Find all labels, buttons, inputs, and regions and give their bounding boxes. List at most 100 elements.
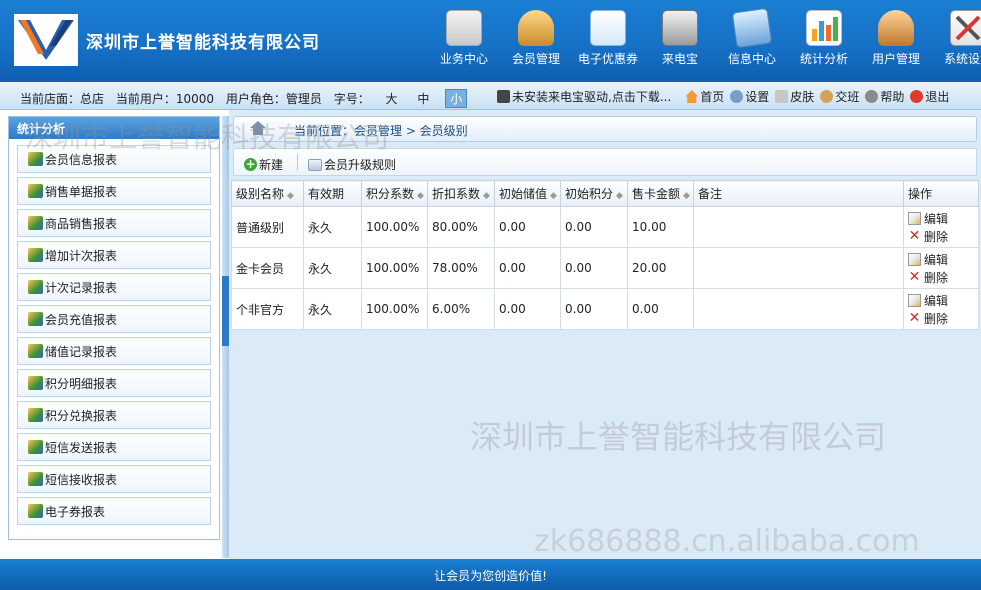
upgrade-rules-button[interactable]: 会员升级规则 bbox=[308, 154, 396, 175]
footer-slogan: 让会员为您创造价值! bbox=[434, 569, 547, 583]
edit-icon bbox=[908, 211, 921, 225]
home-link[interactable]: 首页 bbox=[685, 88, 724, 105]
sidebar-item-label: 销售单据报表 bbox=[45, 184, 118, 199]
company-logo bbox=[14, 14, 78, 66]
collapse-handle[interactable] bbox=[222, 276, 229, 346]
edit-button[interactable]: 编辑 bbox=[908, 291, 978, 309]
nav-info-center[interactable]: 信息中心 bbox=[716, 7, 788, 67]
new-level-button[interactable]: + 新建 bbox=[244, 154, 283, 175]
col-level-name[interactable]: 级别名称 ◆ bbox=[231, 180, 304, 207]
report-icon bbox=[28, 440, 43, 454]
phone-driver-download-link[interactable]: 未安装来电宝驱动,点击下载... bbox=[497, 88, 671, 105]
col-remarks[interactable]: 备注 bbox=[693, 180, 904, 207]
sidebar-item-sms-sent-report[interactable]: 短信发送报表 bbox=[17, 433, 211, 461]
delete-button[interactable]: ✕ 删除 bbox=[908, 268, 978, 286]
phone-icon bbox=[497, 90, 510, 103]
cell-level-name: 个非官方 bbox=[231, 288, 304, 330]
column-label: 初始积分 bbox=[565, 187, 614, 201]
col-discount-ratio[interactable]: 折扣系数 ◆ bbox=[427, 180, 495, 207]
new-label: 新建 bbox=[259, 158, 284, 172]
breadcrumb-text: 当前位置：会员管理 > 会员级别 bbox=[294, 124, 468, 138]
cell-points-ratio: 100.00% bbox=[361, 288, 428, 330]
home-icon bbox=[250, 121, 266, 135]
logout-link[interactable]: 退出 bbox=[910, 88, 949, 105]
help-link[interactable]: 帮助 bbox=[865, 88, 904, 105]
sidebar-item-member-recharge-report[interactable]: 会员充值报表 bbox=[17, 305, 211, 333]
shift-link[interactable]: 交班 bbox=[820, 88, 859, 105]
sidebar-splitter[interactable] bbox=[222, 116, 229, 558]
sidebar-item-sms-received-report[interactable]: 短信接收报表 bbox=[17, 465, 211, 493]
col-validity[interactable]: 有效期 bbox=[303, 180, 362, 207]
nav-label: 信息中心 bbox=[727, 52, 776, 66]
cell-actions: 编辑 ✕ 删除 bbox=[903, 206, 979, 248]
cell-discount-ratio: 80.00% bbox=[427, 206, 495, 248]
cell-actions: 编辑 ✕ 删除 bbox=[903, 247, 979, 289]
sidebar-item-points-detail-report[interactable]: 积分明细报表 bbox=[17, 369, 211, 397]
font-size-medium[interactable]: 中 bbox=[413, 90, 433, 107]
sidebar-item-product-sales-report[interactable]: 商品销售报表 bbox=[17, 209, 211, 237]
cell-validity: 永久 bbox=[303, 288, 362, 330]
edit-label: 编辑 bbox=[924, 293, 949, 308]
column-label: 备注 bbox=[698, 187, 723, 201]
nav-coupon[interactable]: 电子优惠券 bbox=[572, 10, 644, 67]
help-label: 帮助 bbox=[880, 90, 905, 104]
skin-link[interactable]: 皮肤 bbox=[775, 88, 814, 105]
sidebar-item-member-info-report[interactable]: 会员信息报表 bbox=[17, 145, 211, 173]
sidebar: 统计分析 会员信息报表 销售单据报表 商品销售报表 增加计次报表 计次记录报表 … bbox=[8, 116, 220, 540]
sidebar-item-label: 会员信息报表 bbox=[45, 152, 118, 167]
cell-actions: 编辑 ✕ 删除 bbox=[903, 288, 979, 330]
sidebar-item-add-count-report[interactable]: 增加计次报表 bbox=[17, 241, 211, 269]
col-points-ratio[interactable]: 积分系数 ◆ bbox=[361, 180, 428, 207]
col-initial-points[interactable]: 初始积分 ◆ bbox=[560, 180, 628, 207]
nav-member-management[interactable]: 会员管理 bbox=[500, 10, 572, 67]
info-bar: 当前店面：总店 当前用户：10000 用户角色：管理员 字号： 大 中 小 未安… bbox=[0, 82, 981, 110]
nav-system-settings[interactable]: 系统设置 bbox=[932, 10, 981, 67]
home-icon bbox=[685, 90, 699, 103]
report-icon bbox=[28, 408, 43, 422]
table-row[interactable]: 普通级别 永久 100.00% 80.00% 0.00 0.00 10.00 编… bbox=[231, 206, 979, 248]
table-header-row: 级别名称 ◆ 有效期 积分系数 ◆ 折扣系数 ◆ 初始储值 ◆ 初始积分 ◆ 售卡金额 ◆ … bbox=[231, 180, 979, 207]
edit-button[interactable]: 编辑 bbox=[908, 250, 978, 268]
sidebar-item-points-exchange-report[interactable]: 积分兑换报表 bbox=[17, 401, 211, 429]
report-icon bbox=[28, 184, 43, 198]
font-size-large[interactable]: 大 bbox=[382, 90, 402, 107]
report-icon bbox=[28, 344, 43, 358]
report-icon bbox=[28, 152, 43, 166]
sort-icon: ◆ bbox=[287, 191, 294, 201]
table-row[interactable]: 个非官方 永久 100.00% 6.00% 0.00 0.00 0.00 编辑 … bbox=[231, 288, 979, 330]
sidebar-item-count-record-report[interactable]: 计次记录报表 bbox=[17, 273, 211, 301]
delete-label: 删除 bbox=[924, 229, 949, 244]
nav-user-management[interactable]: 用户管理 bbox=[860, 10, 932, 67]
shift-label: 交班 bbox=[835, 90, 860, 104]
nav-caller[interactable]: 来电宝 bbox=[644, 10, 716, 67]
col-initial-stored-value[interactable]: 初始储值 ◆ bbox=[494, 180, 561, 207]
table-row[interactable]: 金卡会员 永久 100.00% 78.00% 0.00 0.00 20.00 编… bbox=[231, 247, 979, 289]
settings-link[interactable]: 设置 bbox=[730, 88, 769, 105]
sidebar-item-sales-receipt-report[interactable]: 销售单据报表 bbox=[17, 177, 211, 205]
edit-button[interactable]: 编辑 bbox=[908, 209, 978, 227]
report-icon bbox=[28, 248, 43, 262]
font-size-small[interactable]: 小 bbox=[445, 89, 468, 108]
col-card-price[interactable]: 售卡金额 ◆ bbox=[627, 180, 694, 207]
cell-points-ratio: 100.00% bbox=[361, 206, 428, 248]
report-icon bbox=[28, 216, 43, 230]
delete-icon: ✕ bbox=[908, 309, 921, 326]
nav-business-center[interactable]: 业务中心 bbox=[428, 10, 500, 67]
delete-label: 删除 bbox=[924, 270, 949, 285]
nav-label: 会员管理 bbox=[511, 52, 560, 66]
sidebar-item-stored-value-report[interactable]: 储值记录报表 bbox=[17, 337, 211, 365]
delete-button[interactable]: ✕ 删除 bbox=[908, 309, 978, 327]
phone-icon bbox=[662, 10, 698, 46]
delete-button[interactable]: ✕ 删除 bbox=[908, 227, 978, 245]
report-icon bbox=[28, 376, 43, 390]
cell-validity: 永久 bbox=[303, 247, 362, 289]
nav-statistics[interactable]: 统计分析 bbox=[788, 10, 860, 67]
tools-icon bbox=[950, 10, 981, 46]
sidebar-item-e-coupon-report[interactable]: 电子券报表 bbox=[17, 497, 211, 525]
col-actions: 操作 bbox=[903, 180, 979, 207]
cell-card-price: 10.00 bbox=[627, 206, 694, 248]
sort-icon: ◆ bbox=[683, 191, 690, 201]
cell-validity: 永久 bbox=[303, 206, 362, 248]
cell-points-ratio: 100.00% bbox=[361, 247, 428, 289]
cell-initial-points: 0.00 bbox=[560, 247, 628, 289]
